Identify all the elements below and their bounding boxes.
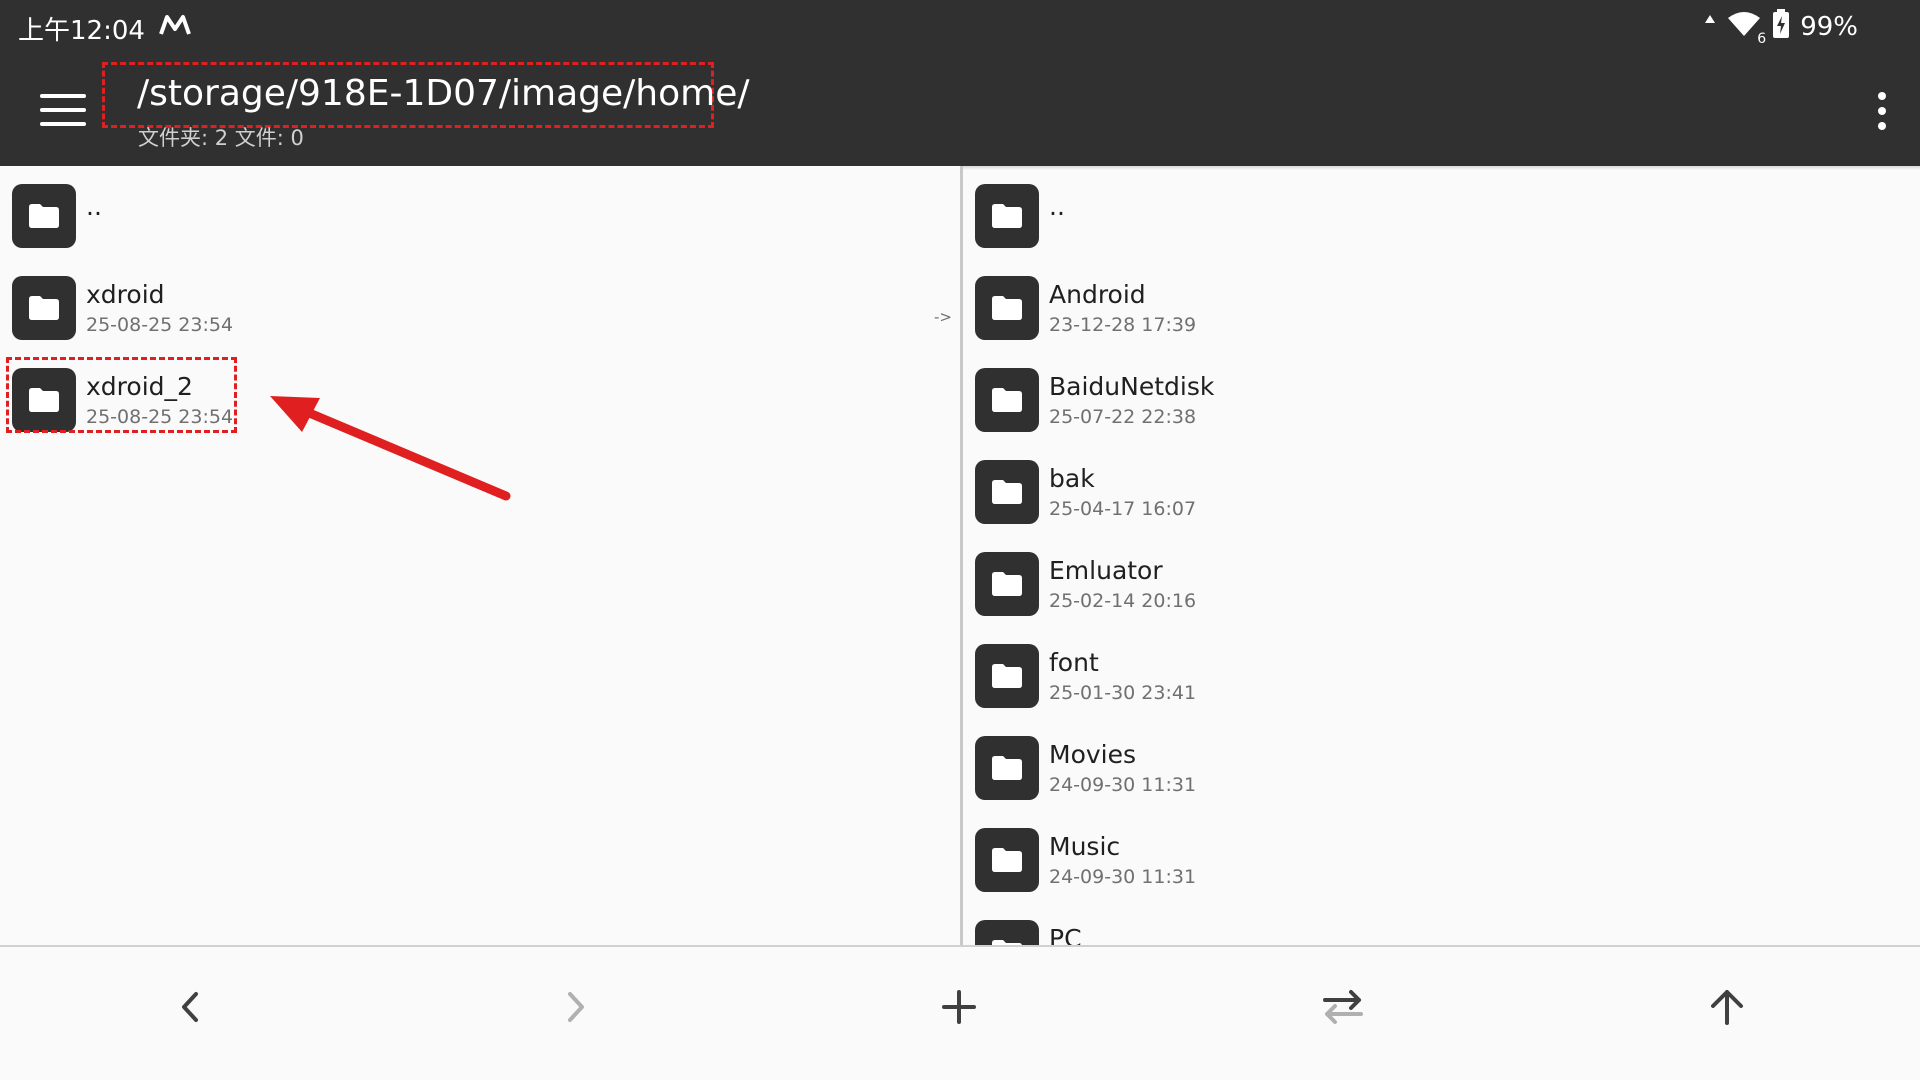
left-file-pane[interactable]: .. xdroid 25-08-25 23:54 -> xdroid_2 25-… — [0, 166, 960, 945]
back-icon[interactable] — [161, 977, 221, 1037]
folder-icon — [975, 276, 1039, 340]
item-date: 25-07-22 22:38 — [1049, 406, 1197, 428]
status-time: 上午12:04 — [18, 15, 145, 46]
list-item-font[interactable]: font 25-01-30 23:41 — [963, 636, 1920, 728]
folder-icon — [975, 184, 1039, 248]
item-date: 24-09-30 11:31 — [1049, 774, 1197, 796]
folder-file-count: 文件夹: 2 文件: 0 — [138, 126, 304, 150]
path-title: /storage/918E-1D07/image/home/ — [137, 73, 750, 114]
folder-icon — [975, 644, 1039, 708]
list-item-pc[interactable]: PC — [963, 912, 1920, 945]
item-date: 25-02-14 20:16 — [1049, 590, 1197, 612]
item-name: Movies — [1049, 740, 1137, 769]
list-item-music[interactable]: Music 24-09-30 11:31 — [963, 820, 1920, 912]
item-name: PC — [1049, 924, 1082, 945]
item-name: Music — [1049, 832, 1121, 861]
m-logo-icon — [159, 13, 191, 43]
list-item-xdroid[interactable]: xdroid 25-08-25 23:54 -> — [0, 268, 960, 360]
item-highlight-box — [6, 357, 237, 433]
list-item-parent[interactable]: .. — [0, 176, 960, 268]
item-date: 23-12-28 17:39 — [1049, 314, 1197, 336]
battery-charging-icon — [1772, 8, 1790, 46]
forward-icon[interactable] — [545, 977, 605, 1037]
wifi-icon: 6 — [1726, 10, 1766, 47]
wifi-badge: 6 — [1757, 30, 1767, 47]
list-item-baidunetdisk[interactable]: BaiduNetdisk 25-07-22 22:38 — [963, 360, 1920, 452]
top-app-bar: 上午12:04 6 99% /storage/918E-1D07/image/h… — [0, 0, 1920, 166]
hamburger-menu-icon[interactable] — [38, 88, 88, 132]
list-item-movies[interactable]: Movies 24-09-30 11:31 — [963, 728, 1920, 820]
folder-icon — [12, 276, 76, 340]
add-icon[interactable] — [929, 977, 989, 1037]
more-vert-icon[interactable] — [1874, 92, 1890, 130]
item-date: 25-04-17 16:07 — [1049, 498, 1197, 520]
list-item-parent[interactable]: .. — [963, 176, 1920, 268]
bottom-action-bar — [0, 945, 1920, 1080]
up-icon[interactable] — [1697, 977, 1757, 1037]
right-file-pane[interactable]: .. Android 23-12-28 17:39 BaiduNetdisk 2… — [963, 166, 1920, 945]
signal-up-icon — [1704, 12, 1716, 42]
status-bar-right: 6 99% — [1704, 8, 1858, 47]
list-item-bak[interactable]: bak 25-04-17 16:07 — [963, 452, 1920, 544]
folder-icon — [975, 920, 1039, 945]
link-arrow-label: -> — [934, 308, 952, 326]
item-name: .. — [86, 192, 102, 221]
battery-percent: 99% — [1800, 12, 1858, 42]
item-name: Emluator — [1049, 556, 1163, 585]
item-name: font — [1049, 648, 1099, 677]
folder-icon — [975, 736, 1039, 800]
list-item-emluator[interactable]: Emluator 25-02-14 20:16 — [963, 544, 1920, 636]
list-item-android[interactable]: Android 23-12-28 17:39 — [963, 268, 1920, 360]
item-date: 24-09-30 11:31 — [1049, 866, 1197, 888]
item-date: 25-08-25 23:54 — [86, 314, 234, 336]
item-name: .. — [1049, 192, 1065, 221]
folder-icon — [12, 184, 76, 248]
folder-icon — [975, 368, 1039, 432]
folder-icon — [975, 460, 1039, 524]
annotation-arrow-icon — [270, 396, 511, 501]
item-name: xdroid — [86, 280, 165, 309]
item-name: bak — [1049, 464, 1095, 493]
folder-icon — [975, 828, 1039, 892]
status-bar-left: 上午12:04 — [18, 12, 191, 46]
item-date: 25-01-30 23:41 — [1049, 682, 1197, 704]
swap-icon[interactable] — [1313, 977, 1373, 1037]
item-name: Android — [1049, 280, 1146, 309]
folder-icon — [975, 552, 1039, 616]
item-name: BaiduNetdisk — [1049, 372, 1215, 401]
